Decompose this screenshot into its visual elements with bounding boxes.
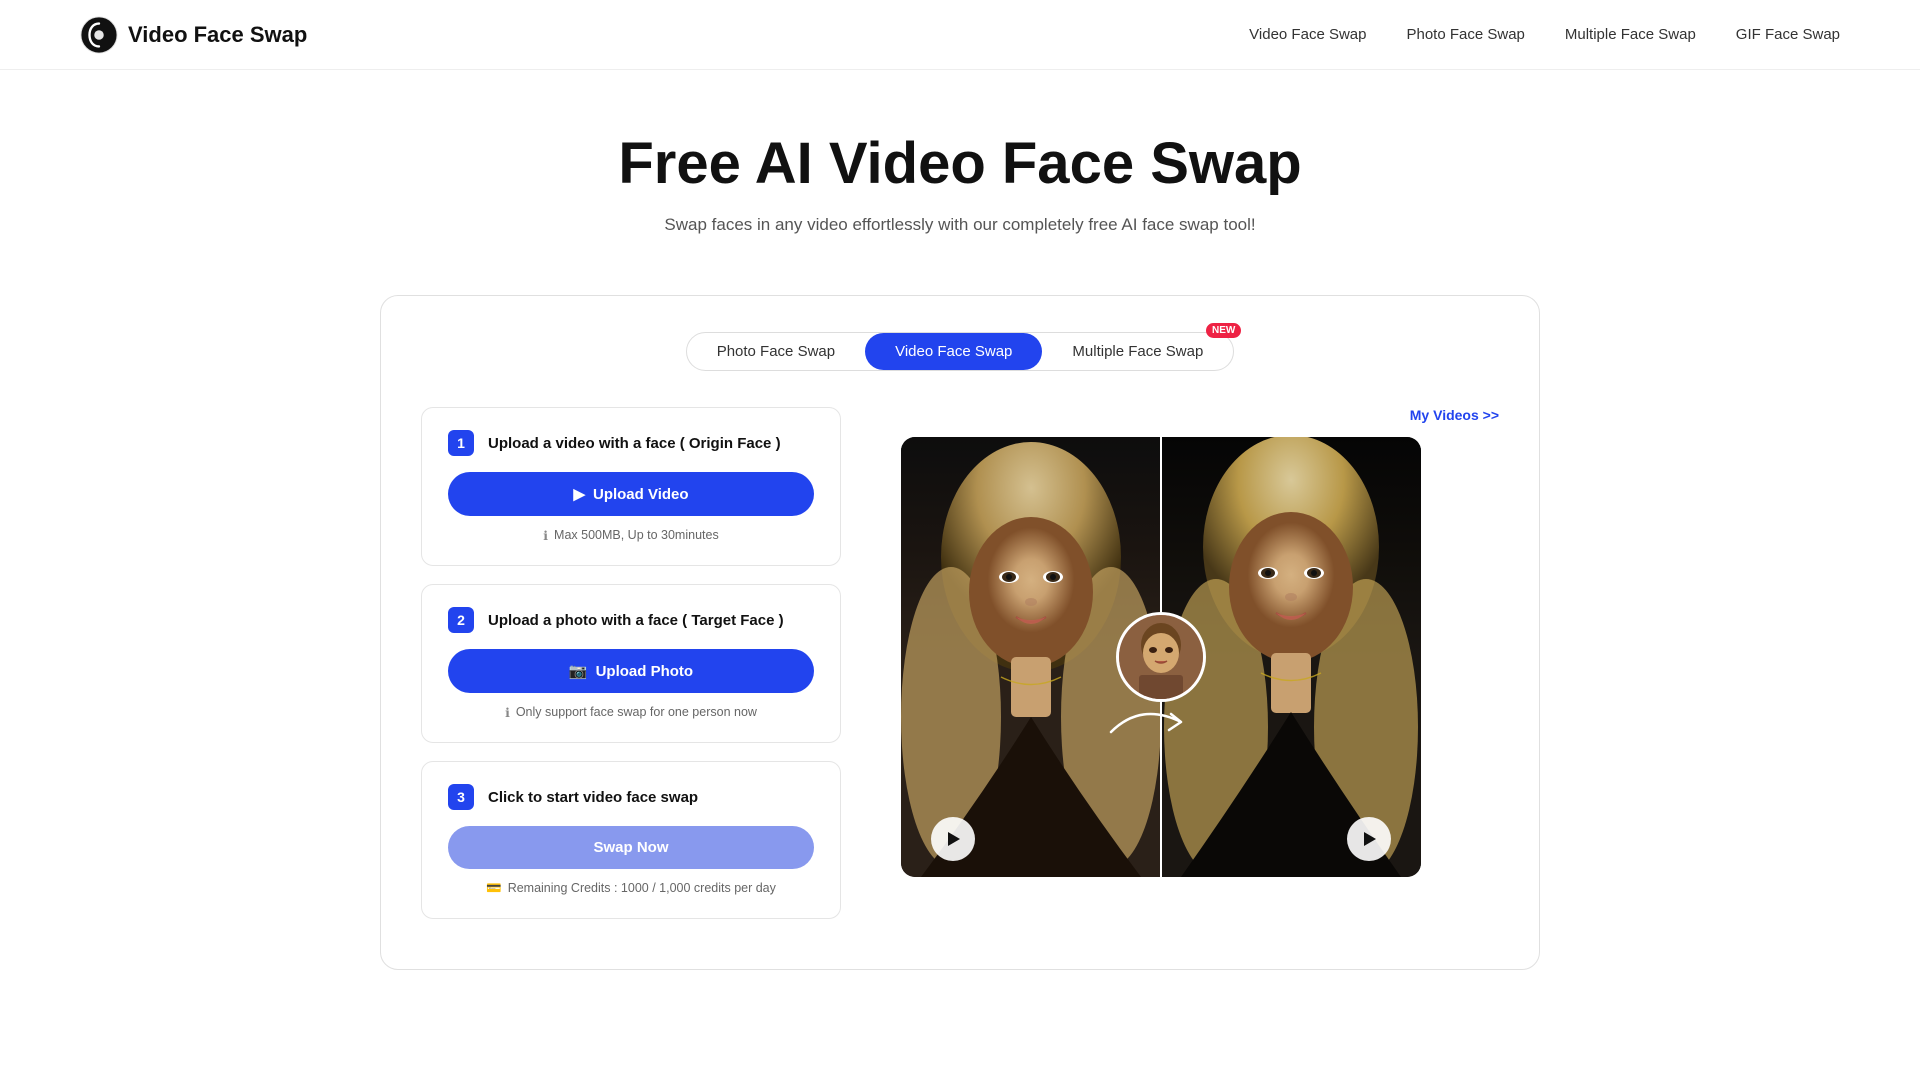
tab-group: Photo Face Swap Video Face Swap Multiple…	[686, 332, 1235, 371]
main-card: Photo Face Swap Video Face Swap Multiple…	[380, 295, 1540, 970]
play-button-right[interactable]	[1347, 817, 1391, 861]
logo-icon	[80, 16, 118, 54]
step-3-number: 3	[448, 784, 474, 810]
upload-video-button[interactable]: ▶ Upload Video	[448, 472, 814, 516]
hero-subtitle: Swap faces in any video effortlessly wit…	[20, 215, 1900, 235]
steps-panel: 1 Upload a video with a face ( Origin Fa…	[421, 407, 841, 919]
new-badge: NEW	[1206, 323, 1241, 338]
tab-multiple-face-swap-label: Multiple Face Swap	[1072, 343, 1203, 360]
logo[interactable]: Video Face Swap	[80, 16, 307, 54]
navbar: Video Face Swap Video Face Swap Photo Fa…	[0, 0, 1920, 70]
step-1-number: 1	[448, 430, 474, 456]
step-3-note-icon: 💳	[486, 881, 502, 896]
tabs-wrapper: Photo Face Swap Video Face Swap Multiple…	[421, 332, 1499, 371]
preview-area: My Videos >>	[901, 407, 1499, 877]
nav-link-video-face-swap[interactable]: Video Face Swap	[1249, 26, 1366, 43]
nav-link-photo-face-swap[interactable]: Photo Face Swap	[1406, 26, 1524, 43]
upload-video-icon: ▶	[573, 485, 585, 503]
upload-video-label: Upload Video	[593, 486, 689, 503]
step-1-card: 1 Upload a video with a face ( Origin Fa…	[421, 407, 841, 566]
step-3-header: 3 Click to start video face swap	[448, 784, 814, 810]
upload-photo-icon: 📷	[569, 662, 588, 680]
step-2-header: 2 Upload a photo with a face ( Target Fa…	[448, 607, 814, 633]
nav-links: Video Face Swap Photo Face Swap Multiple…	[1249, 26, 1840, 43]
step-1-note-text: Max 500MB, Up to 30minutes	[554, 528, 719, 542]
play-icon-left	[943, 829, 963, 849]
tab-photo-face-swap[interactable]: Photo Face Swap	[687, 333, 865, 370]
preview-composite	[901, 437, 1421, 877]
step-3-title: Click to start video face swap	[488, 789, 698, 806]
step-1-header: 1 Upload a video with a face ( Origin Fa…	[448, 430, 814, 456]
hero-section: Free AI Video Face Swap Swap faces in an…	[0, 70, 1920, 275]
step-2-number: 2	[448, 607, 474, 633]
play-button-left[interactable]	[931, 817, 975, 861]
swap-now-button[interactable]: Swap Now	[448, 826, 814, 869]
step-1-note: ℹ Max 500MB, Up to 30minutes	[448, 528, 814, 543]
step-3-note-text: Remaining Credits : 1000 / 1,000 credits…	[508, 881, 776, 895]
step-2-title: Upload a photo with a face ( Target Face…	[488, 612, 784, 629]
step-3-card: 3 Click to start video face swap Swap No…	[421, 761, 841, 919]
step-2-note-icon: ℹ	[505, 705, 510, 720]
content-area: 1 Upload a video with a face ( Origin Fa…	[421, 407, 1499, 919]
upload-photo-button[interactable]: 📷 Upload Photo	[448, 649, 814, 693]
tab-multiple-face-swap[interactable]: Multiple Face Swap NEW	[1042, 333, 1233, 370]
hero-title: Free AI Video Face Swap	[20, 130, 1900, 197]
upload-photo-label: Upload Photo	[596, 663, 694, 680]
step-2-note: ℹ Only support face swap for one person …	[448, 705, 814, 720]
face-swap-indicator	[1116, 612, 1206, 702]
step-3-note: 💳 Remaining Credits : 1000 / 1,000 credi…	[448, 881, 814, 896]
step-1-note-icon: ℹ	[543, 528, 548, 543]
step-2-card: 2 Upload a photo with a face ( Target Fa…	[421, 584, 841, 743]
swap-now-label: Swap Now	[593, 839, 668, 856]
step-2-note-text: Only support face swap for one person no…	[516, 705, 757, 719]
step-1-title: Upload a video with a face ( Origin Face…	[488, 435, 781, 452]
my-videos-link[interactable]: My Videos >>	[901, 407, 1499, 423]
tab-video-face-swap[interactable]: Video Face Swap	[865, 333, 1042, 370]
nav-link-gif-face-swap[interactable]: GIF Face Swap	[1736, 26, 1840, 43]
play-icon-right	[1359, 829, 1379, 849]
small-face-svg	[1119, 615, 1203, 699]
logo-text: Video Face Swap	[128, 22, 307, 48]
nav-link-multiple-face-swap[interactable]: Multiple Face Swap	[1565, 26, 1696, 43]
